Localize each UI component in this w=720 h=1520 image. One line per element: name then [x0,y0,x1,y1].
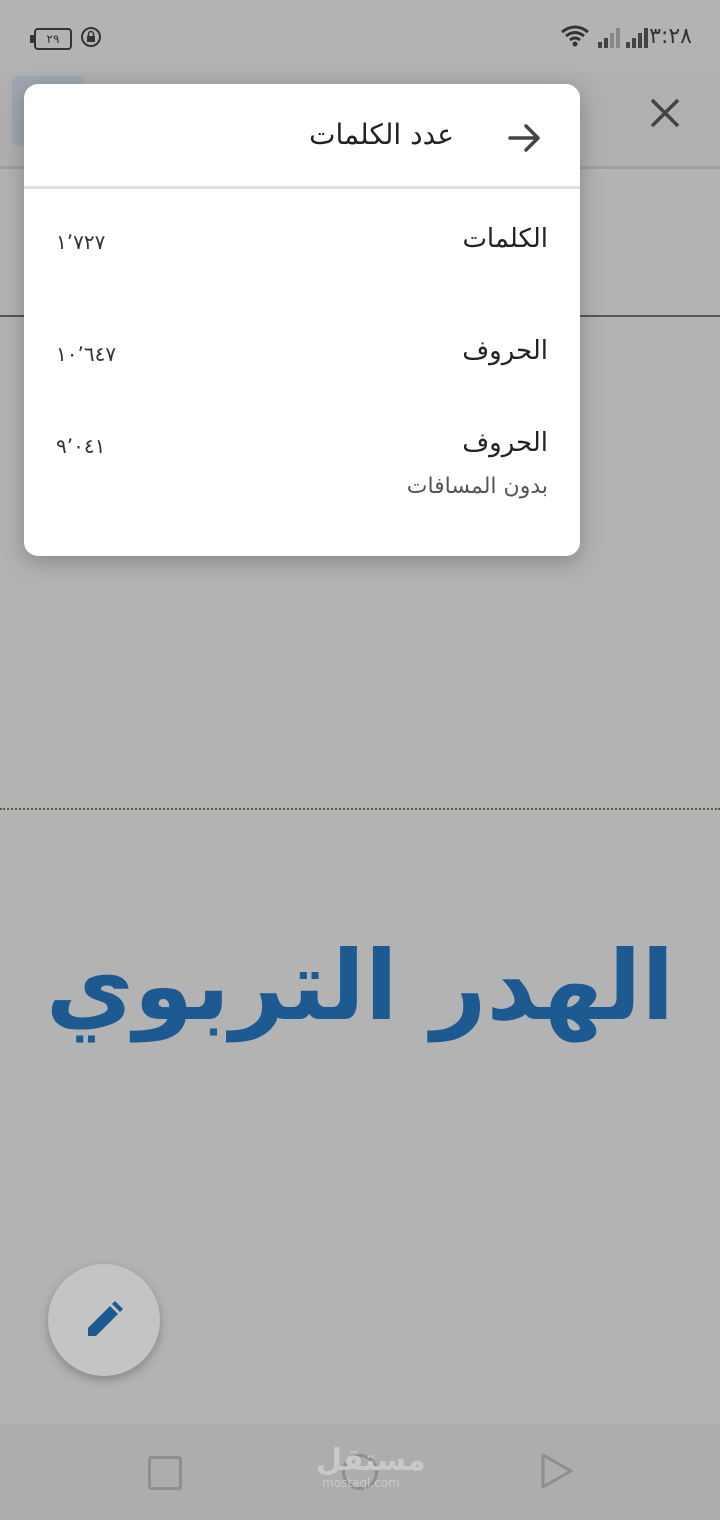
characters-label: الحروف [462,336,548,366]
signal-icon [626,26,650,48]
dialog-title: عدد الكلمات [309,118,454,151]
rotation-lock-icon [81,27,101,47]
watermark-text: مستقل [316,1443,426,1478]
characters-value: ١٠٬٦٤٧ [56,342,117,366]
words-label: الكلمات [462,224,548,254]
words-value: ١٬٧٢٧ [56,230,106,254]
characters-no-spaces-label: الحروف [462,428,548,458]
characters-no-spaces-sublabel: بدون المسافات [406,474,548,499]
arrow-back-icon[interactable] [504,118,544,158]
edit-button[interactable] [48,1264,160,1376]
page-break-line [0,808,720,810]
watermark-url: mostaql.com [322,1476,400,1490]
signal-icon [598,26,622,48]
recents-button[interactable] [148,1456,182,1490]
status-time: ٣:٢٨ [649,24,692,49]
status-bar: ٢٩ ٣:٢٨ [0,0,720,72]
word-count-dialog: عدد الكلمات الكلمات ١٬٧٢٧ الحروف ١٠٬٦٤٧ … [24,84,580,556]
characters-no-spaces-value: ٩٬٠٤١ [56,434,106,458]
watermark: مستقل mostaql.com [316,1446,426,1491]
dialog-header: عدد الكلمات [24,84,580,189]
close-icon[interactable] [648,96,682,130]
wifi-icon [561,25,589,47]
document-heading: الهدر التربوي [45,930,675,1042]
pencil-icon [88,1301,123,1336]
back-button[interactable] [540,1452,574,1490]
battery-icon: ٢٩ [30,28,72,50]
